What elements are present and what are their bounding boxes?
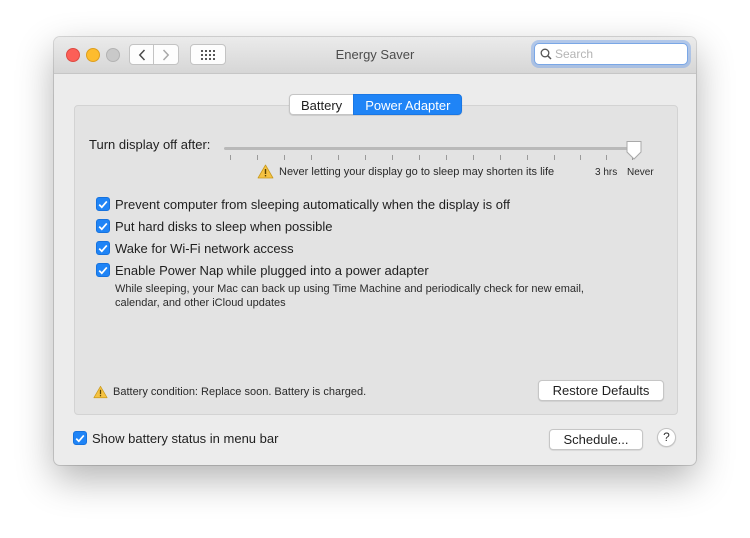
slider-tick	[527, 155, 528, 160]
warning-icon	[257, 164, 274, 179]
restore-defaults-button[interactable]: Restore Defaults	[538, 380, 664, 401]
prevent-sleep-option[interactable]: Prevent computer from sleeping automatic…	[96, 196, 510, 212]
title-bar: Energy Saver	[54, 37, 696, 74]
slider-tick	[446, 155, 447, 160]
slider-tick	[338, 155, 339, 160]
show-battery-status-option[interactable]: Show battery status in menu bar	[73, 430, 278, 446]
power-nap-description-line-2: calendar, and other iCloud updates	[115, 297, 286, 309]
magnifier-icon	[540, 48, 552, 60]
wake-wifi-option[interactable]: Wake for Wi-Fi network access	[96, 240, 294, 256]
tab-battery[interactable]: Battery	[289, 94, 354, 115]
power-nap-checkbox[interactable]	[96, 263, 110, 277]
slider-tick	[365, 155, 366, 160]
help-button[interactable]: ?	[657, 428, 676, 447]
wake-wifi-checkbox[interactable]	[96, 241, 110, 255]
checkmark-icon	[75, 434, 85, 442]
slider-tick	[580, 155, 581, 160]
slider-tick	[473, 155, 474, 160]
display-sleep-slider[interactable]	[224, 147, 634, 150]
slider-tick	[500, 155, 501, 160]
schedule-button[interactable]: Schedule...	[549, 429, 643, 450]
hard-disk-sleep-label: Put hard disks to sleep when possible	[115, 218, 333, 234]
prevent-sleep-label: Prevent computer from sleeping automatic…	[115, 196, 511, 212]
checkmark-icon	[98, 244, 108, 252]
checkmark-icon	[98, 266, 108, 274]
power-nap-option[interactable]: Enable Power Nap while plugged into a po…	[96, 262, 429, 278]
battery-warning-icon	[93, 385, 108, 399]
slider-tick	[284, 155, 285, 160]
display-sleep-warning: Never letting your display go to sleep m…	[279, 166, 555, 178]
tab-power-adapter[interactable]: Power Adapter	[353, 94, 463, 115]
power-nap-description-line-1: While sleeping, your Mac can back up usi…	[115, 283, 584, 295]
checkmark-icon	[98, 222, 108, 230]
wake-wifi-label: Wake for Wi-Fi network access	[115, 240, 294, 256]
slider-tick	[419, 155, 420, 160]
checkmark-icon	[98, 200, 108, 208]
prevent-sleep-checkbox[interactable]	[96, 197, 110, 211]
slider-tick	[230, 155, 231, 160]
power-nap-label: Enable Power Nap while plugged into a po…	[115, 262, 429, 278]
turn-display-off-label: Turn display off after:	[89, 137, 211, 152]
show-battery-status-checkbox[interactable]	[73, 431, 87, 445]
tab-bar: Battery Power Adapter	[289, 94, 463, 115]
power-nap-description: While sleeping, your Mac can back up usi…	[115, 282, 584, 310]
battery-condition-text: Battery condition: Replace soon. Battery…	[113, 386, 367, 398]
slider-tick	[257, 155, 258, 160]
tick-label-never: Never	[627, 167, 654, 178]
slider-tick	[606, 155, 607, 160]
hard-disk-sleep-option[interactable]: Put hard disks to sleep when possible	[96, 218, 333, 234]
slider-tick	[392, 155, 393, 160]
search-field[interactable]	[534, 43, 688, 65]
slider-thumb[interactable]	[625, 140, 643, 161]
slider-tick	[554, 155, 555, 160]
energy-saver-window: Energy Saver Battery Power Adapter Turn …	[54, 37, 696, 465]
slider-tick	[311, 155, 312, 160]
show-battery-status-label: Show battery status in menu bar	[92, 430, 279, 446]
hard-disk-sleep-checkbox[interactable]	[96, 219, 110, 233]
search-input[interactable]	[555, 47, 683, 61]
tick-label-3hrs: 3 hrs	[595, 167, 618, 178]
